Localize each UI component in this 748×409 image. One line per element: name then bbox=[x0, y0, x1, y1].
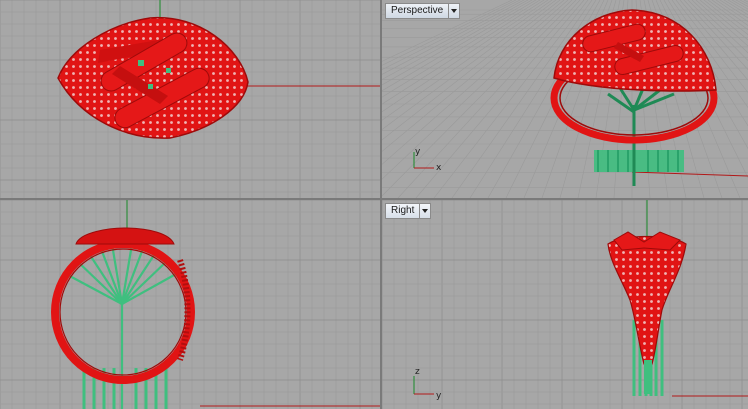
viewport-menu-dropdown-icon[interactable] bbox=[419, 204, 430, 218]
right-view-canvas[interactable]: z y bbox=[382, 200, 748, 409]
viewport-top[interactable] bbox=[0, 0, 380, 198]
viewport-tab-perspective[interactable]: Perspective bbox=[385, 3, 461, 19]
viewport-title: Perspective bbox=[391, 5, 444, 16]
axis-label-a: z bbox=[415, 367, 420, 377]
ring-perspective-model[interactable] bbox=[550, 9, 718, 186]
viewport-right[interactable]: z y Right bbox=[382, 200, 748, 409]
grid bbox=[382, 200, 748, 409]
viewport-tab-right[interactable]: Right bbox=[385, 203, 432, 219]
rhino-four-viewport-window: y x Perspective z y Right bbox=[0, 0, 748, 409]
ring-right-model[interactable] bbox=[607, 231, 687, 396]
front-view-canvas[interactable] bbox=[0, 200, 380, 409]
axis-label-a: y bbox=[415, 147, 421, 157]
perspective-view-canvas[interactable]: y x bbox=[382, 0, 748, 198]
axis-label-b: x bbox=[436, 163, 442, 173]
viewport-perspective[interactable]: y x Perspective bbox=[382, 0, 748, 198]
viewport-menu-dropdown-icon[interactable] bbox=[448, 4, 459, 18]
viewport-front[interactable] bbox=[0, 200, 380, 409]
top-view-canvas[interactable] bbox=[0, 0, 380, 198]
perspective-axis-triad: y x bbox=[413, 147, 442, 173]
viewport-title: Right bbox=[391, 205, 415, 216]
axis-label-b: y bbox=[436, 391, 442, 401]
ring-front-model[interactable] bbox=[51, 227, 195, 409]
